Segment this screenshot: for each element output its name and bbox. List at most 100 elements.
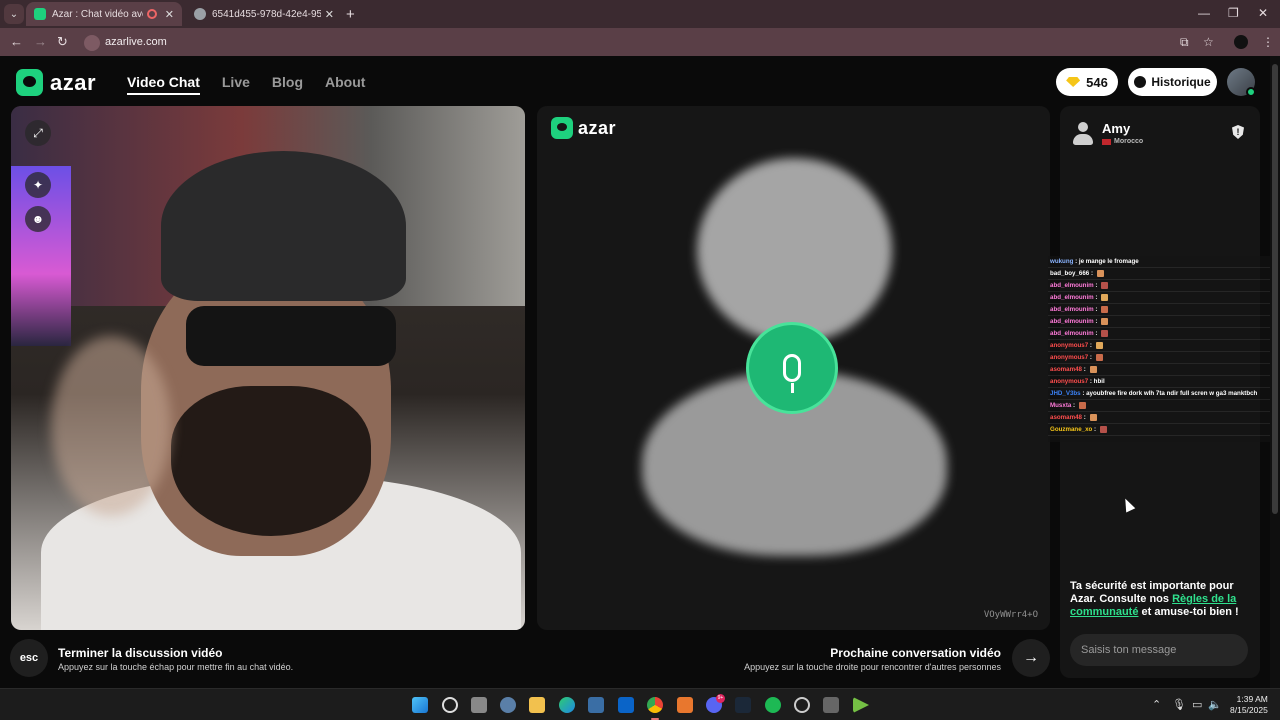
network-icon[interactable]: ▭ xyxy=(1192,698,1202,711)
chat-text: ayoubfree fire dork wlh 7ta ndir full sc… xyxy=(1086,390,1258,397)
back-icon[interactable]: ← xyxy=(10,34,23,49)
history-label: Historique xyxy=(1151,75,1211,89)
gem-count: 546 xyxy=(1086,74,1108,90)
chat-message: Gouzmane_xo : xyxy=(1048,424,1280,436)
new-tab-button[interactable]: + xyxy=(346,6,355,23)
sublime-icon[interactable] xyxy=(677,697,693,713)
tray-overflow-icon[interactable]: ⌃ xyxy=(1152,698,1161,711)
message-input[interactable] xyxy=(1070,634,1248,666)
nav-about[interactable]: About xyxy=(325,74,365,95)
bookmark-star-icon[interactable]: ☆ xyxy=(1203,35,1214,49)
tab-search-icon[interactable]: ⌄ xyxy=(4,4,24,24)
close-tab-icon[interactable]: ✕ xyxy=(165,8,174,21)
gift-sticker-icon xyxy=(1101,305,1109,313)
edge-icon[interactable] xyxy=(559,697,575,713)
chrome-icon[interactable] xyxy=(647,697,663,713)
chat-message: anonymous7 : xyxy=(1048,340,1280,352)
discord-badge: 9+ xyxy=(716,694,725,703)
gem-icon xyxy=(1066,77,1081,87)
next-call-hint: Appuyez sur la touche droite pour rencon… xyxy=(744,662,1001,672)
partner-name[interactable]: Amy xyxy=(1102,121,1130,136)
chat-message: JHD_V3bs : ayoubfree fire dork wlh 7ta n… xyxy=(1048,388,1280,400)
video-id: VOyWWrr4+O xyxy=(983,610,1038,620)
report-shield-icon[interactable]: ! xyxy=(1232,125,1244,139)
chat-message: Musxta : xyxy=(1048,400,1280,412)
gift-sticker-icon xyxy=(1089,413,1097,421)
chat-message: wukung : je mange le fromage xyxy=(1048,256,1280,268)
steam-icon[interactable] xyxy=(735,697,751,713)
close-tab-icon[interactable]: ✕ xyxy=(325,8,334,21)
chat-message: abd_elmounim : xyxy=(1048,280,1280,292)
chat-username: JHD_V3bs xyxy=(1050,390,1081,397)
gift-sticker-icon xyxy=(1089,365,1097,373)
next-call-arrow-icon[interactable]: → xyxy=(1012,639,1050,677)
profile-icon[interactable] xyxy=(1234,35,1248,49)
gift-sticker-icon xyxy=(1078,401,1086,409)
gift-sticker-icon xyxy=(1095,341,1103,349)
placeholder-avatar-head xyxy=(697,158,892,343)
partner-profile-icon xyxy=(1073,122,1093,146)
nav-live[interactable]: Live xyxy=(222,74,250,95)
chat-message: bad_boy_666 : xyxy=(1048,268,1280,280)
page-scrollbar[interactable] xyxy=(1270,56,1280,688)
chat-username: abd_elmounim xyxy=(1050,318,1094,325)
nav-blog[interactable]: Blog xyxy=(272,74,303,95)
gems-button[interactable]: 546 xyxy=(1056,68,1118,96)
system-clock[interactable]: 1:39 AM 8/15/2025 xyxy=(1230,694,1268,716)
chat-username: abd_elmounim xyxy=(1050,294,1094,301)
microphone-icon[interactable] xyxy=(746,322,838,414)
chat-username: abd_elmounim xyxy=(1050,330,1094,337)
azar-logo[interactable]: azar xyxy=(16,69,96,96)
face-filter-icon[interactable]: ☻ xyxy=(25,206,51,232)
tray-mic-icon[interactable]: 🎙 xyxy=(1172,698,1186,711)
resize-icon[interactable]: ⤢ xyxy=(25,120,51,146)
chat-message: asomam48 : xyxy=(1048,364,1280,376)
self-video: ⤢ ✦ ☻ xyxy=(11,106,525,630)
calculator-icon[interactable] xyxy=(823,697,839,713)
user-avatar[interactable] xyxy=(1227,68,1256,97)
search-icon[interactable] xyxy=(442,697,458,713)
media-player-icon[interactable] xyxy=(853,697,869,713)
main-nav: Video Chat Live Blog About xyxy=(127,74,365,95)
chat-message: anonymous7 : xyxy=(1048,352,1280,364)
partner-country: Morocco xyxy=(1102,138,1143,145)
effects-sparkle-icon[interactable]: ✦ xyxy=(25,172,51,198)
site-info-icon[interactable] xyxy=(84,35,100,51)
tab-azar[interactable]: Azar : Chat vidéo avec de n ✕ xyxy=(26,2,182,26)
end-call-title: Terminer la discussion vidéo xyxy=(58,646,223,660)
online-status-icon xyxy=(1246,87,1256,97)
chat-username: Gouzmane_xo xyxy=(1050,426,1093,433)
outlook-icon[interactable] xyxy=(618,697,634,713)
url-text[interactable]: azarlive.com xyxy=(105,36,167,48)
tab-second[interactable]: 6541d455-978d-42e4-95a3-fb1 ✕ xyxy=(186,2,342,26)
chat-username: Musxta xyxy=(1050,402,1072,409)
forward-icon[interactable]: → xyxy=(34,34,47,49)
chat-username: bad_boy_666 xyxy=(1050,270,1090,277)
task-view-icon[interactable] xyxy=(471,697,487,713)
history-button[interactable]: Historique xyxy=(1128,68,1217,96)
start-icon[interactable] xyxy=(412,697,428,713)
store-icon[interactable] xyxy=(588,697,604,713)
obs-icon[interactable] xyxy=(794,697,810,713)
chat-message: abd_elmounim : xyxy=(1048,316,1280,328)
file-explorer-icon[interactable] xyxy=(529,697,545,713)
nav-video-chat[interactable]: Video Chat xyxy=(127,74,200,95)
chat-username: anonymous7 xyxy=(1050,342,1089,349)
maximize-icon[interactable]: ❐ xyxy=(1228,6,1239,20)
chat-text: hbil xyxy=(1093,378,1105,385)
volume-icon[interactable]: 🔈 xyxy=(1208,698,1222,711)
watermark-text: azar xyxy=(578,117,617,138)
close-window-icon[interactable]: ✕ xyxy=(1258,6,1268,20)
reload-icon[interactable]: ↻ xyxy=(57,34,68,50)
spotify-icon[interactable] xyxy=(765,697,781,713)
chat-username: asomam48 xyxy=(1050,414,1082,421)
gift-sticker-icon xyxy=(1096,269,1104,277)
azar-favicon-icon xyxy=(34,8,46,20)
chat-username: abd_elmounim xyxy=(1050,306,1094,313)
address-bar: ← → ↻ xyxy=(0,28,1280,56)
minimize-icon[interactable]: — xyxy=(1198,6,1210,20)
end-call-button[interactable]: esc xyxy=(10,639,48,677)
menu-dots-icon[interactable]: ⋮ xyxy=(1262,35,1274,49)
settings-gear-icon[interactable] xyxy=(500,697,516,713)
install-app-icon[interactable]: ⧉ xyxy=(1180,35,1189,50)
